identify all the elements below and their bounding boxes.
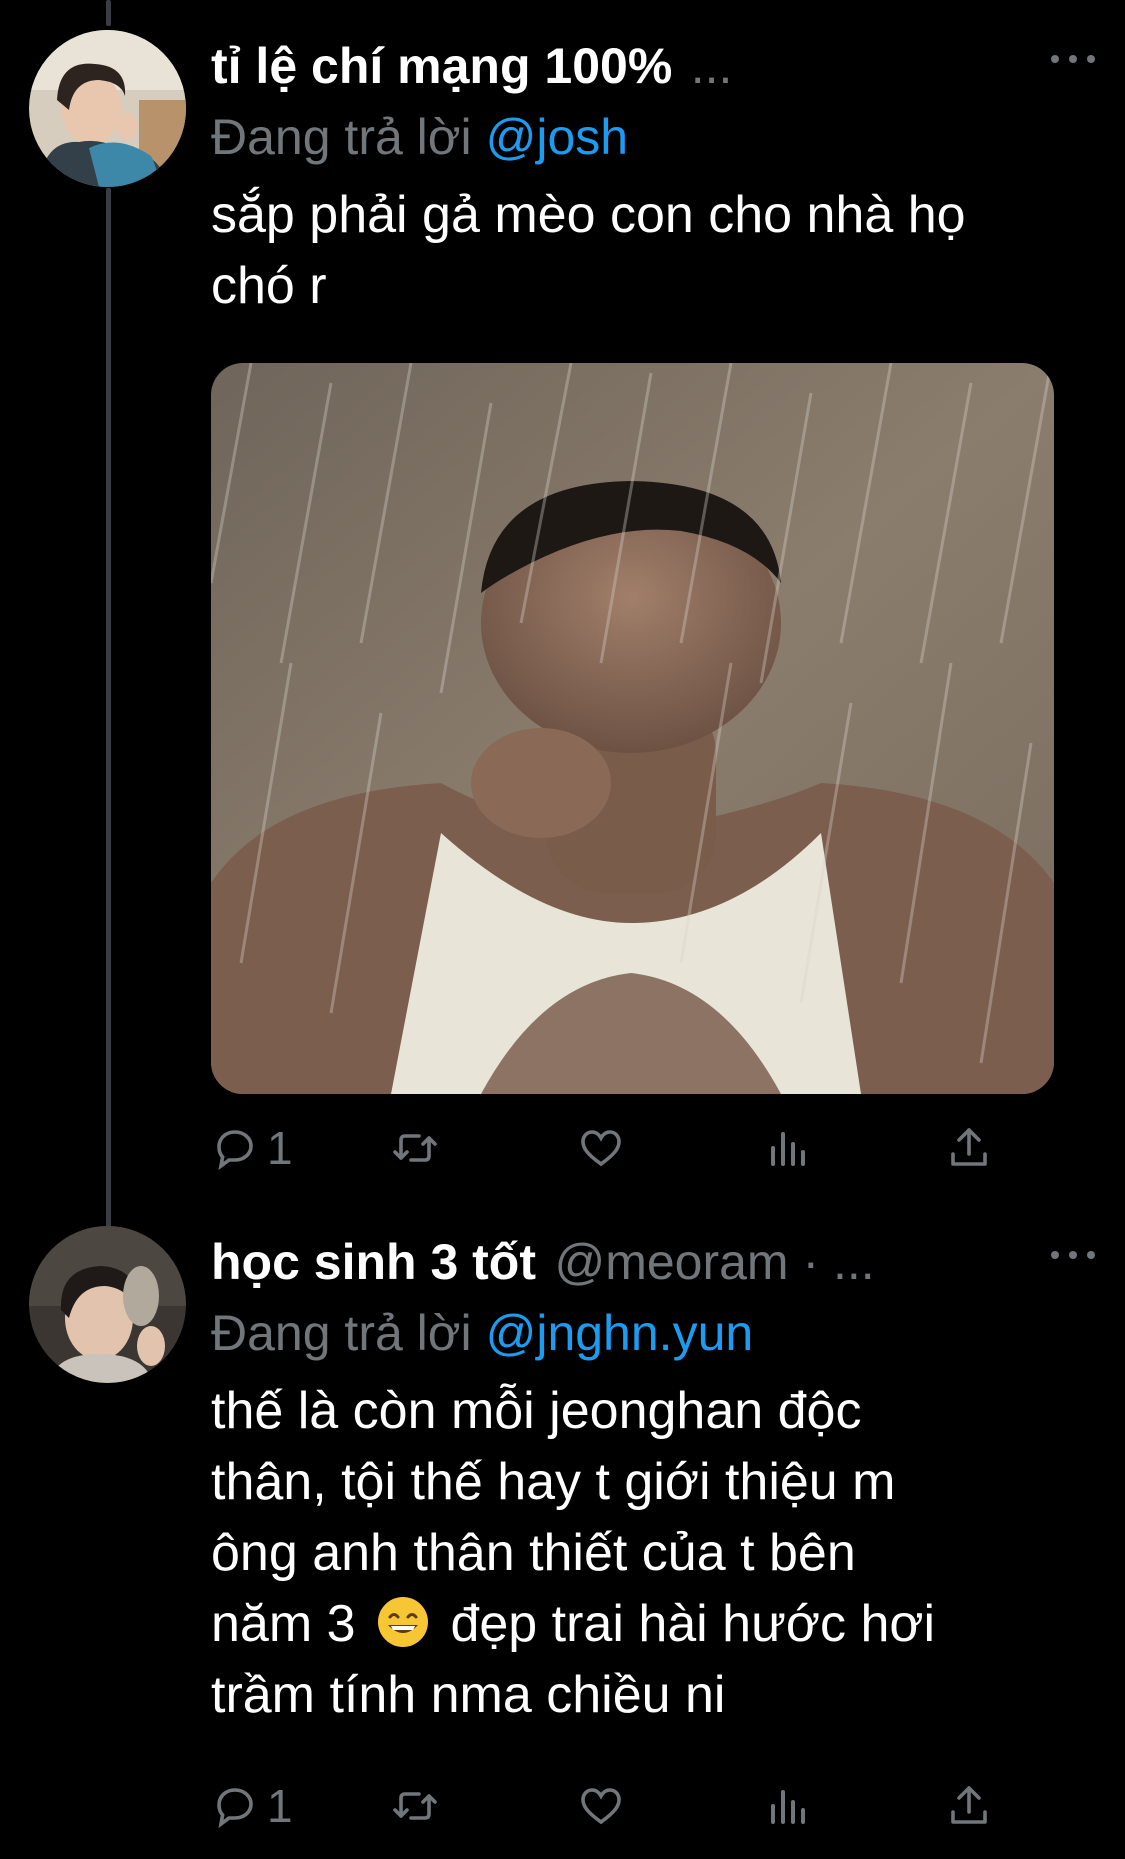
tweet-text-line: trầm tính nma chiều ni	[211, 1666, 726, 1724]
tweet-1[interactable]: tỉ lệ chí mạng 100% ... Đang trả lời @jo…	[0, 0, 1125, 1200]
replying-to-row: Đang trả lời @jnghn.yun	[211, 1300, 1095, 1366]
reply-button[interactable]: 1	[211, 1118, 293, 1178]
tweet-text-segment: năm 3	[211, 1595, 356, 1653]
like-button[interactable]	[577, 1776, 625, 1836]
avatar[interactable]	[29, 1226, 186, 1383]
share-upload-icon	[951, 1128, 987, 1166]
grinning-face-emoji-icon	[377, 1597, 428, 1647]
views-button[interactable]	[763, 1118, 811, 1178]
tweet-actions: 1	[211, 1776, 1001, 1836]
retweet-icon	[393, 1134, 437, 1162]
tweet-text-segment: đẹp trai hài hước hơi	[450, 1595, 936, 1653]
tweet-text-line: thế là còn mỗi jeonghan độc	[211, 1382, 862, 1440]
reply-button[interactable]: 1	[211, 1776, 293, 1836]
tweet-text-line: thân, tội thế hay t giới thiệu m	[211, 1453, 896, 1511]
share-button[interactable]	[945, 1118, 993, 1178]
tweet-text: thế là còn mỗi jeonghan độc thân, tội th…	[211, 1376, 1095, 1731]
tweet-text-line: sắp phải gả mèo con cho nhà họ	[211, 186, 966, 244]
comment-bubble-icon	[217, 1130, 253, 1171]
replying-to-mention[interactable]: @jnghn.yun	[486, 1305, 754, 1361]
replying-prefix: Đang trả lời	[211, 1305, 472, 1361]
tweet-text: sắp phải gả mèo con cho nhà họ chó r	[211, 180, 1095, 322]
share-upload-icon	[951, 1786, 987, 1824]
replying-prefix: Đang trả lời	[211, 109, 472, 165]
handle[interactable]: @meoram · ...	[554, 1234, 874, 1290]
tweet-media-image[interactable]	[211, 363, 1054, 1094]
avatar[interactable]	[29, 30, 186, 187]
display-name[interactable]: tỉ lệ chí mạng 100%	[211, 38, 672, 94]
views-button[interactable]	[763, 1776, 811, 1836]
tweet-text-line: ông anh thân thiết của t bên	[211, 1524, 856, 1582]
heart-icon	[581, 1788, 621, 1825]
tweet-actions: 1	[211, 1118, 1001, 1178]
tweet-2[interactable]: học sinh 3 tốt @meoram · ... Đang trả lờ…	[0, 1220, 1125, 1859]
display-name[interactable]: học sinh 3 tốt	[211, 1234, 536, 1290]
reply-count: 1	[267, 1122, 293, 1174]
share-button[interactable]	[945, 1776, 993, 1836]
comment-bubble-icon	[217, 1788, 253, 1829]
replying-to-mention[interactable]: @josh	[486, 109, 628, 165]
retweet-button[interactable]	[391, 1118, 439, 1178]
tweet-text-line: năm 3 đẹp trai hài hước hơi	[211, 1589, 1095, 1660]
handle[interactable]: ...	[691, 38, 733, 94]
like-button[interactable]	[577, 1118, 625, 1178]
tweet-header: tỉ lệ chí mạng 100% ...	[211, 30, 1095, 102]
reply-count: 1	[267, 1780, 293, 1832]
more-dots-icon[interactable]	[1051, 44, 1095, 74]
more-dots-icon[interactable]	[1051, 1240, 1095, 1270]
tweet-text-line: chó r	[211, 257, 327, 315]
replying-to-row: Đang trả lời @josh	[211, 104, 1095, 170]
heart-icon	[581, 1130, 621, 1167]
analytics-bars-icon	[771, 1790, 805, 1824]
retweet-button[interactable]	[391, 1776, 439, 1836]
analytics-bars-icon	[771, 1132, 805, 1166]
tweet-header: học sinh 3 tốt @meoram · ...	[211, 1226, 1095, 1298]
retweet-icon	[393, 1792, 437, 1820]
